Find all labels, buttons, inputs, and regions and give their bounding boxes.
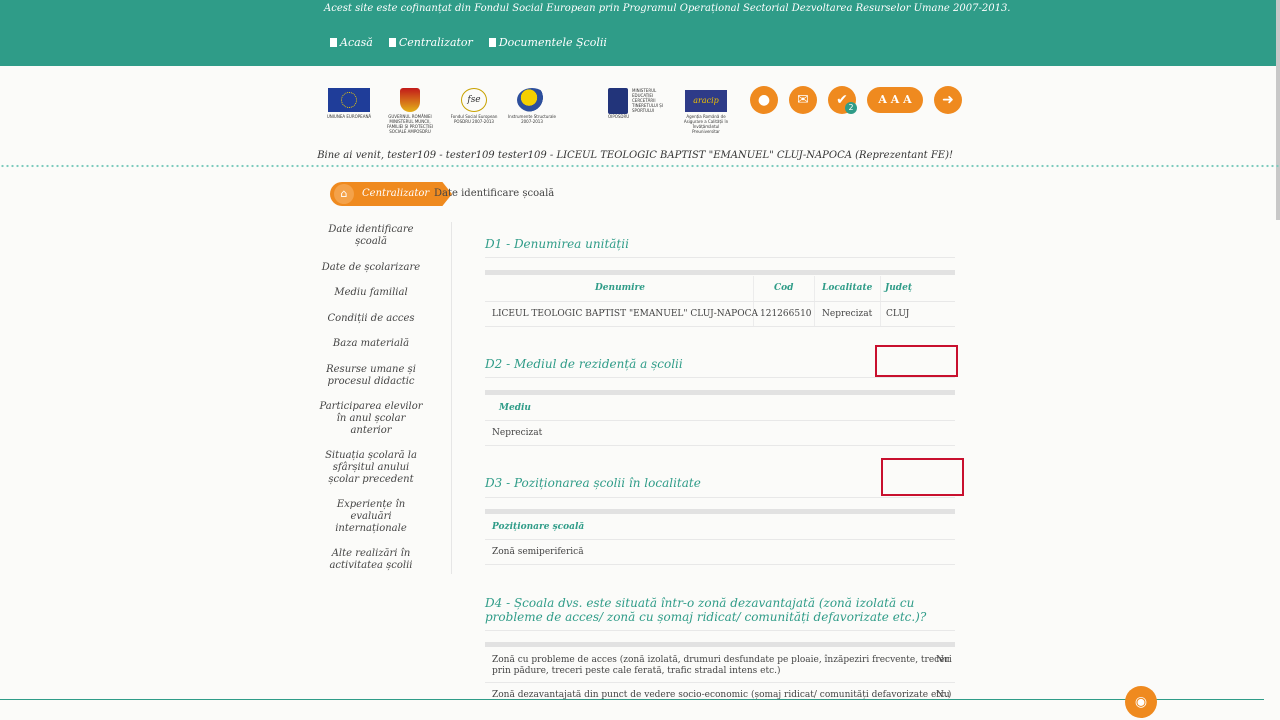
divider [485, 630, 955, 631]
is-logo: Instrumente Structurale 2007-2013 [506, 88, 558, 124]
partner-logos: UNIUNEA EUROPEANĂ GUVERNUL ROMÂNIEI MINI… [320, 86, 960, 146]
d2-value: Neprecizat [492, 428, 543, 438]
section-sidebar: Date identificare școală Date de școlariz… [318, 222, 452, 574]
nav-acasa[interactable]: Acasă [330, 36, 373, 49]
logout-icon[interactable]: ➜ [934, 86, 962, 114]
d3-value: Zonă semiperiferică [492, 547, 584, 557]
sidebar-item-situatia-scolara[interactable]: Situația școlară la sfârșitul anului școla… [318, 450, 424, 486]
d1-cell-cod: 121266510 [760, 309, 812, 319]
d1-cell-denumire: LICEUL TEOLOGIC BAPTIST "EMANUEL" CLUJ-N… [492, 309, 758, 319]
romania-coat-icon [400, 88, 420, 112]
eu-logo: UNIUNEA EUROPEANĂ [320, 88, 378, 119]
d4-title: D4 - Școala dvs. este situată într-o zon… [485, 596, 927, 624]
d3-header-pozitionare: Poziționare școală [492, 522, 585, 532]
table-top-bar [485, 509, 955, 514]
top-banner: Acest site este cofinanțat din Fondul So… [0, 0, 1280, 66]
d1-title: D1 - Denumirea unității [485, 237, 629, 251]
table-top-bar [485, 642, 955, 647]
divider [485, 377, 955, 378]
aracip-logo: aracip Agenția Română de Asigurare a Cali… [682, 90, 730, 134]
d1-cell-localitate: Neprecizat [822, 309, 873, 319]
document-icon [488, 38, 496, 47]
breadcrumb-current: Date identificare școală [434, 188, 555, 199]
divider [485, 301, 955, 302]
minister-crest-icon [608, 88, 628, 114]
breadcrumb-home[interactable]: ⌂ [330, 182, 356, 206]
aracip-icon: aracip [685, 90, 727, 112]
mail-icon[interactable]: ✉ [789, 86, 817, 114]
welcome-message: Bine ai venit, tester109 - tester109 tes… [317, 150, 953, 161]
nav-documentele-scolii[interactable]: Documentele Școlii [488, 36, 607, 49]
home-icon: ⌂ [334, 184, 354, 204]
main-nav: Acasă Centralizator Documentele Școlii [330, 36, 607, 49]
document-icon [330, 38, 337, 47]
divider [485, 326, 955, 327]
cofinantare-text: Acest site este cofinanțat din Fondul So… [324, 3, 1011, 14]
eye-icon[interactable]: ◉ [1125, 686, 1157, 718]
dotted-divider [0, 164, 1280, 168]
table-top-bar [485, 270, 955, 275]
divider [485, 445, 955, 446]
table-top-bar [485, 390, 955, 395]
divider [485, 564, 955, 565]
eu-flag-icon [328, 88, 370, 112]
document-icon [388, 38, 396, 47]
d4-row-a: Nu [936, 655, 950, 665]
d3-title: D3 - Poziționarea școlii în localitate [485, 476, 701, 490]
sidebar-item-mediu-familial[interactable]: Mediu familial [318, 287, 424, 299]
d1-header-cod: Cod [774, 283, 794, 293]
sidebar-item-baza-materiala[interactable]: Baza materială [318, 338, 424, 350]
sidebar-item-date-identificare[interactable]: Date identificare școală [318, 224, 424, 248]
notification-badge: 2 [845, 102, 857, 114]
sidebar-item-alte-realizari[interactable]: Alte realizări în activitatea școlii [318, 548, 424, 572]
d1-header-judet: Județ [885, 283, 912, 293]
sidebar-item-participarea-elevilor[interactable]: Participarea elevilor în anul școlar anter… [318, 401, 424, 437]
d4-row-q: Zonă cu probleme de acces (zonă izolată,… [492, 655, 952, 676]
d1-header-localitate: Localitate [822, 283, 873, 293]
fse-logo: fse Fondul Social European POSDRU 2007-20… [446, 88, 502, 124]
minister-logo: MINISTERUL EDUCAȚIEI CERCETĂRII TINERETU… [608, 88, 663, 119]
structural-instruments-icon [517, 88, 547, 112]
divider [485, 497, 955, 498]
sidebar-item-conditii-acces[interactable]: Condiții de acces [318, 313, 424, 325]
nav-centralizator[interactable]: Centralizator [388, 36, 473, 49]
d1-cell-judet: CLUJ [886, 309, 910, 319]
highlight-box [881, 458, 964, 496]
divider [485, 420, 955, 421]
divider [485, 682, 955, 683]
sidebar-item-experiente[interactable]: Experiențe în evaluări internaționale [318, 499, 424, 535]
font-size-button[interactable]: A A A [867, 87, 923, 113]
page-scrollbar[interactable] [1276, 0, 1280, 220]
fse-icon: fse [461, 88, 487, 112]
d1-header-denumire: Denumire [595, 283, 646, 293]
user-icon[interactable]: ● [750, 86, 778, 114]
divider [485, 257, 955, 258]
sidebar-item-resurse-umane[interactable]: Resurse umane și procesul didactic [318, 364, 424, 388]
d2-title: D2 - Mediul de rezidență a școlii [485, 357, 683, 371]
gov-logo: GUVERNUL ROMÂNIEI MINISTERUL MUNCII, FAM… [382, 88, 438, 134]
sidebar-item-date-scolarizare[interactable]: Date de școlarizare [318, 262, 424, 274]
footer-divider [0, 699, 1264, 700]
divider [485, 539, 955, 540]
d2-header-mediu: Mediu [499, 403, 531, 413]
highlight-box [875, 345, 958, 377]
